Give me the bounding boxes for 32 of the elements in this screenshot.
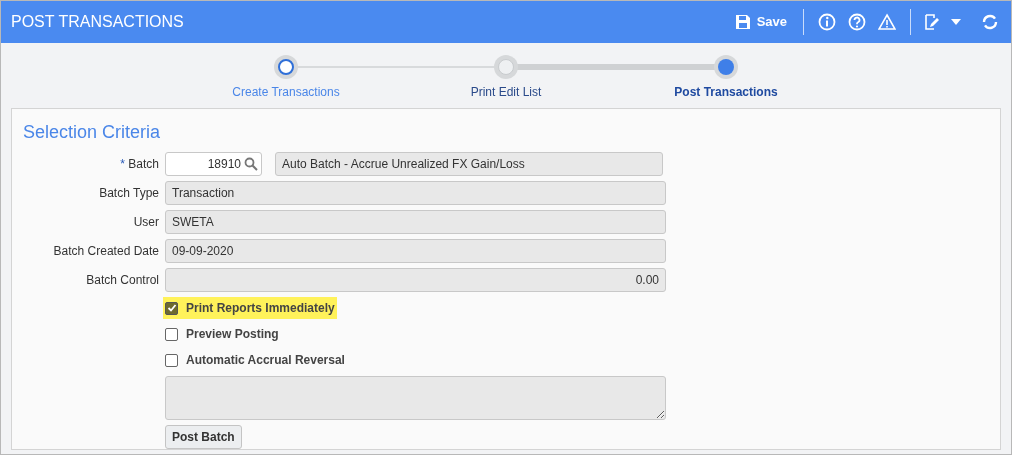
field-label: Batch Created Date — [52, 243, 160, 260]
info-icon[interactable] — [818, 13, 836, 31]
field-label: User — [132, 214, 160, 231]
checkbox-icon[interactable] — [165, 353, 178, 367]
warning-icon[interactable] — [878, 13, 896, 31]
field-label: * Batch — [119, 156, 160, 173]
save-icon — [734, 14, 751, 30]
option-checkbox[interactable]: Preview Posting — [163, 323, 281, 345]
page-title: POST TRANSACTIONS — [11, 12, 184, 32]
batch-description-field: Auto Batch - Accrue Unrealized FX Gain/Loss — [275, 152, 663, 176]
edit-icon[interactable] — [923, 13, 941, 31]
batch-field[interactable]: 18910 — [165, 152, 262, 176]
checkbox-icon[interactable] — [165, 327, 178, 341]
search-icon — [244, 157, 258, 171]
notes-field[interactable] — [165, 376, 666, 420]
readonly-field: 0.00 — [165, 268, 666, 292]
post-batch-button[interactable]: Post Batch — [165, 425, 242, 449]
step-label[interactable]: Print Edit List — [470, 83, 542, 101]
caret-icon[interactable] — [951, 18, 961, 26]
check-icon — [166, 303, 177, 313]
checkbox-icon[interactable] — [165, 301, 178, 315]
help-icon[interactable] — [848, 13, 866, 31]
option-checkbox[interactable]: Print Reports Immediately — [163, 297, 337, 319]
section-title: Selection Criteria — [23, 121, 162, 144]
refresh-icon[interactable] — [981, 13, 999, 31]
field-label: Batch Control — [85, 272, 160, 289]
field-label: Batch Type — [98, 185, 160, 202]
readonly-field: 09-09-2020 — [165, 239, 666, 263]
readonly-field: SWETA — [165, 210, 666, 234]
step-label[interactable]: Post Transactions — [674, 83, 778, 101]
option-checkbox[interactable]: Automatic Accrual Reversal — [163, 349, 347, 371]
readonly-field: Transaction — [165, 181, 666, 205]
